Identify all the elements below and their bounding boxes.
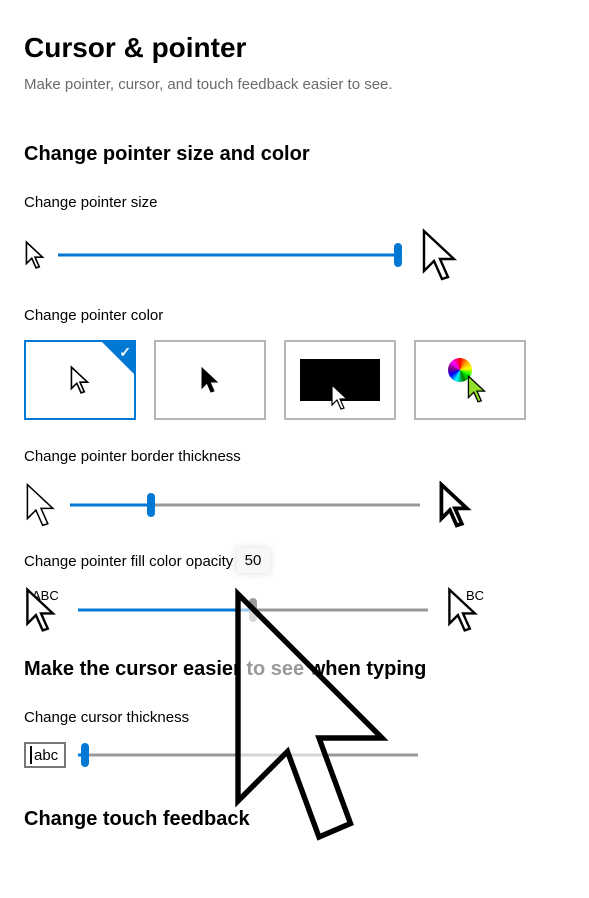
label-pointer-color: Change pointer color (24, 307, 565, 324)
pointer-large-icon (420, 227, 460, 283)
color-option-black[interactable] (154, 340, 266, 420)
section-cursor: Make the cursor easier to see when typin… (24, 658, 565, 681)
label-pointer-size: Change pointer size (24, 194, 565, 211)
label-border-thickness: Change pointer border thickness (24, 448, 565, 465)
pointer-small-icon (24, 240, 46, 270)
pointer-thin-border-icon (24, 481, 58, 529)
color-option-inverted[interactable] (284, 340, 396, 420)
section-size-color: Change pointer size and color (24, 143, 565, 166)
text-caret-icon (30, 746, 32, 764)
fill-opacity-slider[interactable]: 50 (78, 598, 428, 622)
pointer-color-options: ✓ (24, 340, 565, 420)
opacity-tooltip: 50 (237, 548, 270, 573)
label-cursor-thickness: Change cursor thickness (24, 709, 565, 726)
checkmark-icon: ✓ (119, 344, 131, 361)
pointer-size-slider[interactable] (58, 243, 398, 267)
color-option-custom[interactable] (414, 340, 526, 420)
cursor-thickness-slider[interactable] (78, 743, 418, 767)
border-thickness-slider[interactable] (70, 493, 420, 517)
pointer-transparent-icon: BC (446, 586, 492, 634)
pointer-opaque-icon: ABC (24, 586, 66, 634)
pointer-thick-border-icon (438, 481, 472, 529)
cursor-thickness-preview: abc (24, 742, 66, 768)
color-option-white[interactable]: ✓ (24, 340, 136, 420)
page-title: Cursor & pointer (24, 32, 565, 64)
abc-sample-text: abc (34, 747, 58, 764)
section-touch: Change touch feedback (24, 808, 565, 831)
label-fill-opacity: Change pointer fill color opacity (24, 553, 565, 570)
page-subtitle: Make pointer, cursor, and touch feedback… (24, 76, 565, 93)
